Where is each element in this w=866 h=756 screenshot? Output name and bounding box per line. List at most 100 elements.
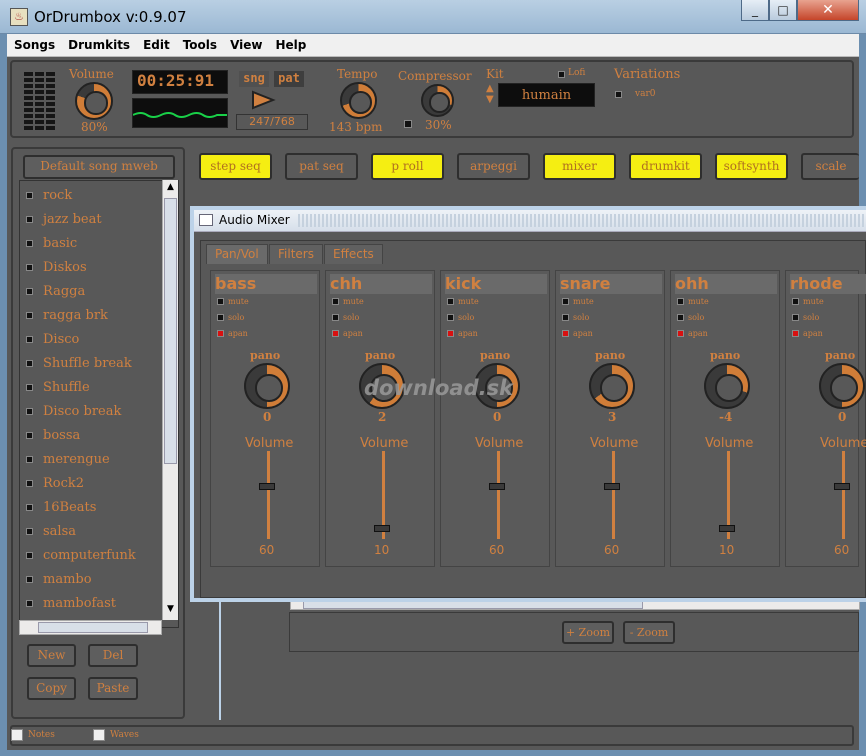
waves-checkbox[interactable] <box>93 729 105 741</box>
pano-knob[interactable] <box>819 363 865 409</box>
pattern-mode-toggle[interactable]: pat <box>274 71 304 87</box>
solo-checkbox[interactable] <box>677 314 684 321</box>
menu-edit[interactable]: Edit <box>136 34 176 52</box>
tab-pan-vol[interactable]: Pan/Vol <box>206 244 268 264</box>
editor-hscroll-thumb[interactable] <box>303 601 643 609</box>
solo-toggle[interactable]: solo <box>792 313 819 322</box>
song-checkbox[interactable] <box>26 239 33 247</box>
hscroll-thumb[interactable] <box>38 622 148 633</box>
notes-checkbox[interactable] <box>11 729 23 741</box>
song-item[interactable]: computerfunk <box>26 544 136 566</box>
song-item[interactable]: Disco <box>26 328 79 350</box>
play-icon[interactable] <box>251 90 277 110</box>
apan-checkbox[interactable] <box>217 330 224 337</box>
zoom-out-button[interactable]: - Zoom <box>623 621 675 644</box>
song-item[interactable]: 16Beats <box>26 496 96 518</box>
solo-checkbox[interactable] <box>332 314 339 321</box>
mixer-title-bar[interactable]: Audio Mixer <box>194 210 866 232</box>
song-checkbox[interactable] <box>26 359 33 367</box>
song-item[interactable]: basic <box>26 232 77 254</box>
volume-slider-track[interactable] <box>497 451 500 539</box>
volume-slider-thumb[interactable] <box>489 483 505 490</box>
maximize-button[interactable]: □ <box>769 0 797 21</box>
song-item[interactable]: jazz beat <box>26 208 102 230</box>
scroll-thumb[interactable] <box>164 198 177 464</box>
lofi-checkbox[interactable] <box>558 71 565 78</box>
mute-toggle[interactable]: mute <box>217 297 249 306</box>
arpeggi-button[interactable]: arpeggi <box>457 153 530 180</box>
variation-checkbox[interactable] <box>615 91 622 98</box>
mute-checkbox[interactable] <box>562 298 569 305</box>
song-list-vertical-scrollbar[interactable]: ▲ ▼ <box>162 180 178 620</box>
scroll-up-icon[interactable]: ▲ <box>164 182 177 194</box>
song-checkbox[interactable] <box>26 479 33 487</box>
pano-knob[interactable] <box>704 363 750 409</box>
apan-toggle[interactable]: apan <box>562 329 593 338</box>
apan-checkbox[interactable] <box>562 330 569 337</box>
volume-slider-thumb[interactable] <box>834 483 850 490</box>
song-checkbox[interactable] <box>26 263 33 271</box>
menu-help[interactable]: Help <box>268 34 312 52</box>
volume-slider-track[interactable] <box>612 451 615 539</box>
tempo-knob[interactable] <box>340 82 377 119</box>
song-mode-toggle[interactable]: sng <box>239 71 269 87</box>
song-checkbox[interactable] <box>26 287 33 295</box>
solo-checkbox[interactable] <box>562 314 569 321</box>
volume-slider-thumb[interactable] <box>259 483 275 490</box>
song-item[interactable]: Diskos <box>26 256 87 278</box>
mute-checkbox[interactable] <box>217 298 224 305</box>
song-item[interactable]: mambofast <box>26 592 116 614</box>
song-checkbox[interactable] <box>26 431 33 439</box>
menu-songs[interactable]: Songs <box>7 34 61 52</box>
mute-toggle[interactable]: mute <box>332 297 364 306</box>
song-checkbox[interactable] <box>26 599 33 607</box>
tab-filters[interactable]: Filters <box>269 244 323 264</box>
mute-toggle[interactable]: mute <box>677 297 709 306</box>
apan-toggle[interactable]: apan <box>332 329 363 338</box>
compressor-knob[interactable] <box>421 84 454 117</box>
solo-checkbox[interactable] <box>447 314 454 321</box>
song-checkbox[interactable] <box>26 311 33 319</box>
mute-checkbox[interactable] <box>677 298 684 305</box>
solo-checkbox[interactable] <box>792 314 799 321</box>
song-checkbox[interactable] <box>26 383 33 391</box>
song-checkbox[interactable] <box>26 215 33 223</box>
minimize-button[interactable]: _ <box>741 0 769 21</box>
menu-tools[interactable]: Tools <box>176 34 223 52</box>
solo-toggle[interactable]: solo <box>677 313 704 322</box>
apan-checkbox[interactable] <box>677 330 684 337</box>
menu-view[interactable]: View <box>223 34 268 52</box>
paste-song-button[interactable]: Paste <box>88 677 138 700</box>
song-item[interactable]: Disco break <box>26 400 121 422</box>
apan-checkbox[interactable] <box>332 330 339 337</box>
song-item[interactable]: merengue <box>26 448 110 470</box>
song-checkbox[interactable] <box>26 191 33 199</box>
song-checkbox[interactable] <box>26 551 33 559</box>
pano-knob[interactable] <box>244 363 290 409</box>
song-item[interactable]: Shuffle break <box>26 352 132 374</box>
volume-slider-thumb[interactable] <box>374 525 390 532</box>
apan-toggle[interactable]: apan <box>677 329 708 338</box>
song-checkbox[interactable] <box>26 407 33 415</box>
kit-spinner[interactable]: ▲ ▼ <box>486 83 498 107</box>
volume-slider-track[interactable] <box>267 451 270 539</box>
song-item[interactable]: rock <box>26 184 72 206</box>
tab-effects[interactable]: Effects <box>324 244 383 264</box>
song-checkbox[interactable] <box>26 527 33 535</box>
volume-slider-thumb[interactable] <box>719 525 735 532</box>
solo-toggle[interactable]: solo <box>447 313 474 322</box>
song-item[interactable]: mambo <box>26 568 92 590</box>
scroll-down-icon[interactable]: ▼ <box>164 604 177 616</box>
close-button[interactable]: ✕ <box>797 0 859 21</box>
volume-slider-thumb[interactable] <box>604 483 620 490</box>
mute-toggle[interactable]: mute <box>792 297 824 306</box>
song-checkbox[interactable] <box>26 455 33 463</box>
mute-checkbox[interactable] <box>792 298 799 305</box>
pano-knob[interactable] <box>589 363 635 409</box>
volume-slider-track[interactable] <box>842 451 845 539</box>
song-item[interactable]: bossa <box>26 424 80 446</box>
menu-drumkits[interactable]: Drumkits <box>61 34 136 52</box>
pat-seq-button[interactable]: pat seq <box>285 153 358 180</box>
softsynth-button[interactable]: softsynth <box>715 153 788 180</box>
solo-toggle[interactable]: solo <box>562 313 589 322</box>
